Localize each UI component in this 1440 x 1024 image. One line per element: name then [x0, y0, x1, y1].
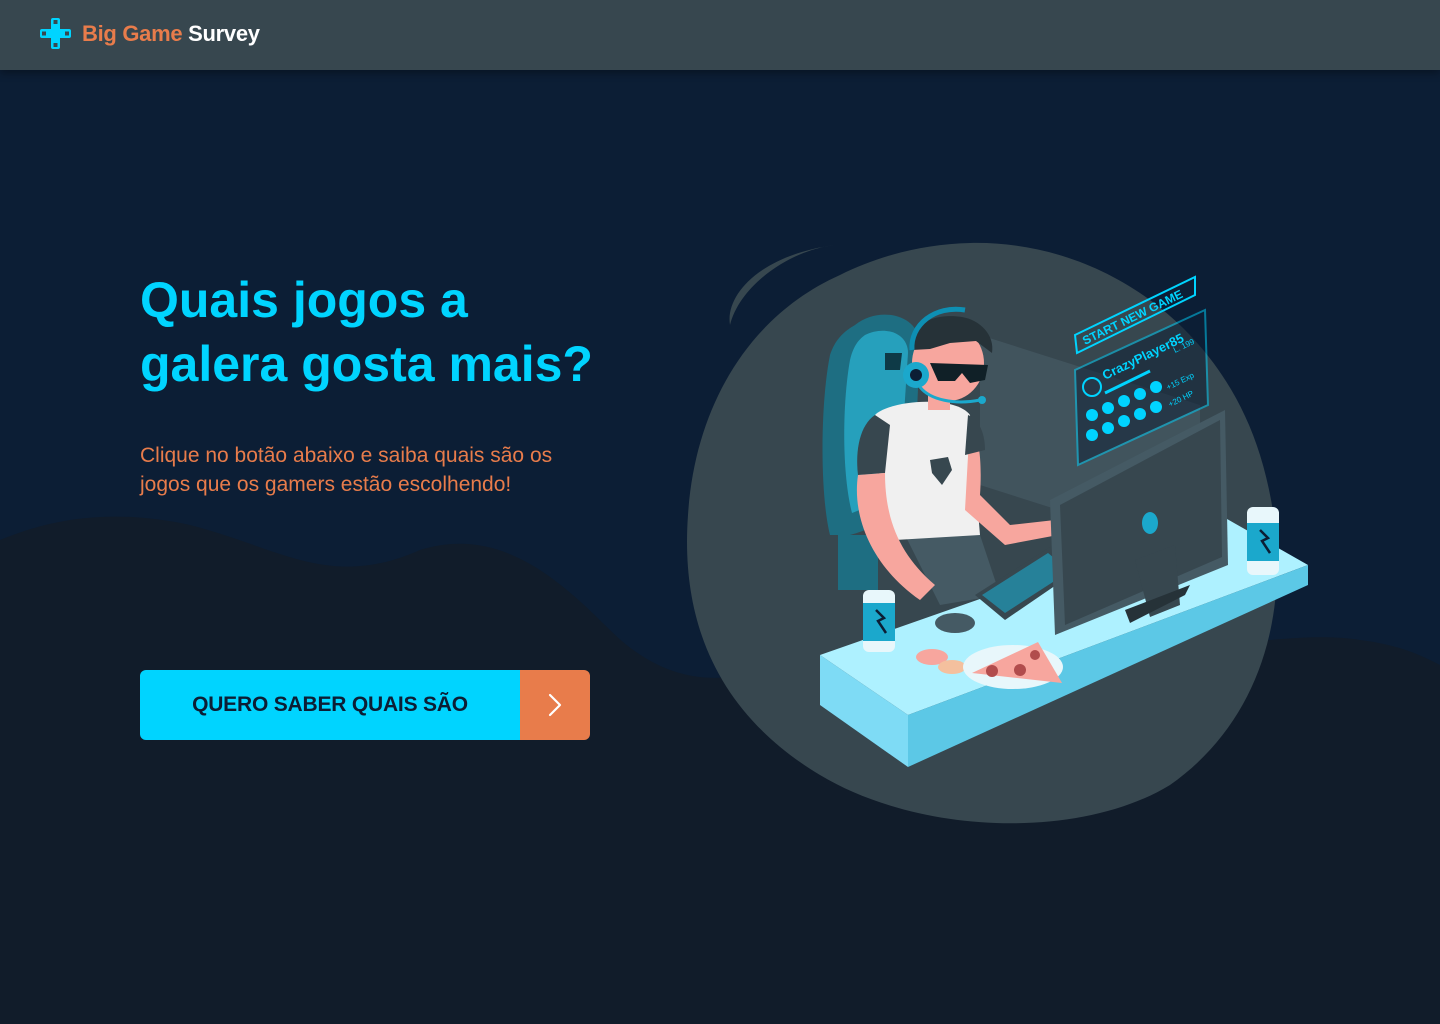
hero-subtitle-line1: Clique no botão abaixo e saiba quais são… — [140, 444, 553, 467]
gamepad-cross-icon — [40, 18, 71, 49]
cta-button-label: QUERO SABER QUAIS SÃO — [140, 670, 520, 740]
hero-title: Quais jogos a galera gosta mais? — [140, 268, 700, 396]
hero-subtitle-line2: jogos que os gamers estão escolhendo! — [140, 473, 512, 496]
top-navbar: Big Game Survey — [0, 0, 1440, 70]
gamer-illustration: START NEW GAME CrazyPlayer85 L. 199 +15 … — [687, 242, 1308, 824]
brand-name-part1: Big Game — [82, 20, 183, 46]
hero-title-line1: Quais jogos a — [140, 272, 468, 328]
chevron-right-icon — [548, 693, 562, 717]
brand-name: Big Game Survey — [82, 21, 260, 47]
brand-name-part2: Survey — [188, 20, 260, 46]
brand-logo[interactable]: Big Game Survey — [40, 18, 260, 49]
hero-subtitle: Clique no botão abaixo e saiba quais são… — [140, 441, 620, 499]
energy-can-left — [863, 590, 895, 652]
hero-title-line2: galera gosta mais? — [140, 336, 593, 392]
cta-arrow-box — [520, 670, 590, 740]
cta-button[interactable]: QUERO SABER QUAIS SÃO — [140, 670, 590, 740]
energy-can-right — [1247, 507, 1279, 575]
mouse — [935, 613, 975, 633]
